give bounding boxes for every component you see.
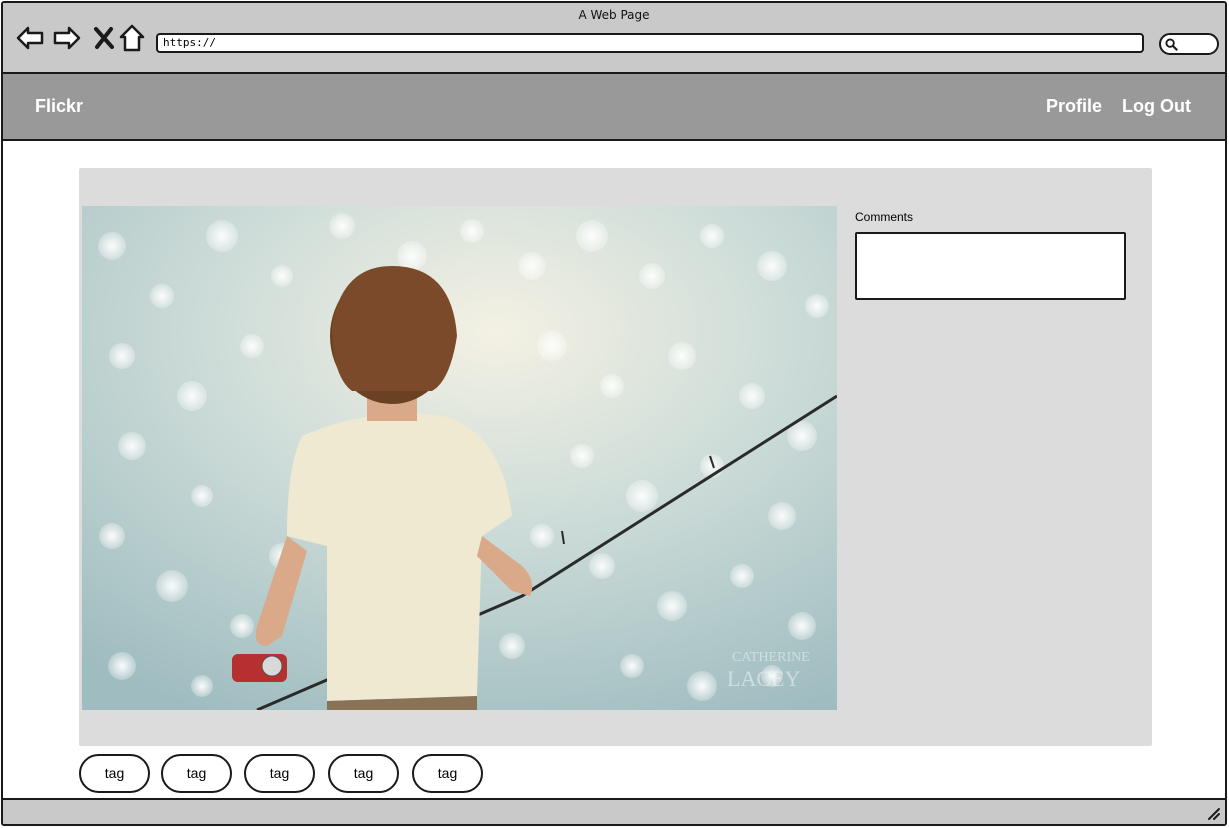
tag-button[interactable]: tag [161, 754, 232, 793]
logout-link[interactable]: Log Out [1122, 96, 1191, 117]
tag-button[interactable]: tag [244, 754, 315, 793]
photo-panel: CATHERINE LACEY Comments [79, 168, 1152, 746]
resize-grip-icon[interactable] [1205, 805, 1221, 821]
tag-button[interactable]: tag [328, 754, 399, 793]
browser-chrome: A Web Page https:// [3, 3, 1225, 74]
comments-input[interactable] [855, 232, 1126, 300]
browser-search-field[interactable] [1159, 33, 1219, 55]
profile-link[interactable]: Profile [1046, 96, 1102, 117]
home-icon[interactable] [117, 23, 147, 53]
tag-button[interactable]: tag [412, 754, 483, 793]
photo-watermark: CATHERINE [732, 650, 810, 665]
window-title: A Web Page [578, 8, 650, 22]
app-header: Flickr Profile Log Out [3, 74, 1225, 141]
forward-arrow-icon[interactable] [52, 23, 82, 53]
comments-label: Comments [855, 210, 914, 224]
tag-button[interactable]: tag [79, 754, 150, 793]
back-arrow-icon[interactable] [15, 23, 45, 53]
brand-logo[interactable]: Flickr [35, 96, 83, 117]
url-input[interactable]: https:// [156, 33, 1144, 53]
svg-text:LACEY: LACEY [727, 666, 800, 691]
photo-image[interactable]: CATHERINE LACEY [82, 206, 837, 710]
close-x-icon[interactable] [89, 23, 119, 53]
browser-window: A Web Page https:// Flickr Profile Log O… [1, 1, 1227, 826]
search-icon [1165, 38, 1178, 51]
status-bar [3, 798, 1225, 824]
